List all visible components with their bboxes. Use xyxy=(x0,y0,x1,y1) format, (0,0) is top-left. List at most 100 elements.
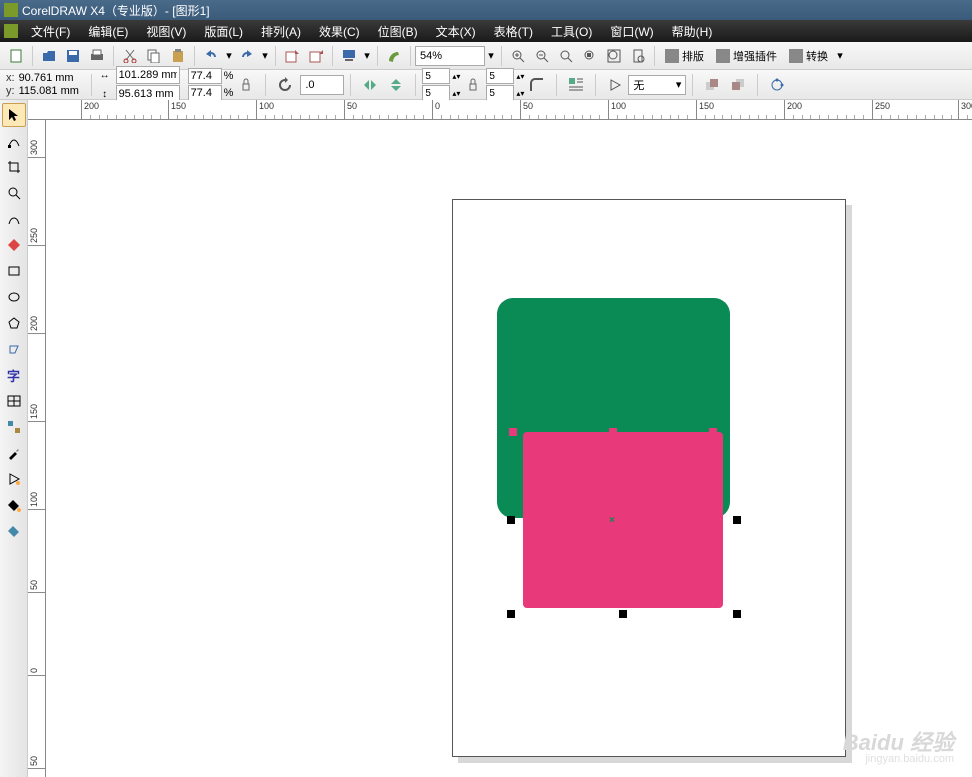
table-tool[interactable] xyxy=(2,389,26,413)
text-tool[interactable]: 字 xyxy=(2,363,26,387)
watermark: Baidu 经验 jingyan.baidu.com xyxy=(843,732,954,765)
redo-button[interactable] xyxy=(236,45,258,67)
enhance-plugin-button[interactable]: 增强插件 xyxy=(716,48,777,64)
corner-br-input[interactable] xyxy=(486,85,514,101)
menu-file[interactable]: 文件(F) xyxy=(22,23,79,40)
handle-mr[interactable] xyxy=(733,516,741,524)
width-input[interactable] xyxy=(116,66,180,84)
outline-tool[interactable] xyxy=(2,467,26,491)
copy-button[interactable] xyxy=(143,45,165,67)
lock-ratio-button[interactable] xyxy=(235,74,257,96)
property-bar: x:90.761 mm y:115.081 mm ↔ ↕ % % ▴▾ ▴▾ ▴… xyxy=(0,70,972,100)
corner-tl-input[interactable] xyxy=(422,68,450,84)
to-back-button[interactable] xyxy=(727,74,749,96)
menu-tools[interactable]: 工具(O) xyxy=(542,23,601,40)
app-launcher-button[interactable] xyxy=(338,45,360,67)
convert-dropdown[interactable]: ▾ xyxy=(835,45,845,67)
doc-icon xyxy=(4,24,18,38)
mirror-v-button[interactable] xyxy=(385,74,407,96)
scale-x-input[interactable] xyxy=(188,68,222,84)
ellipse-tool[interactable] xyxy=(2,285,26,309)
undo-dropdown[interactable]: ▾ xyxy=(224,45,234,67)
height-icon: ↕ xyxy=(98,88,112,100)
plugin-icon xyxy=(716,49,730,63)
mirror-h-button[interactable] xyxy=(359,74,381,96)
corner-tr-input[interactable] xyxy=(486,68,514,84)
menu-layout[interactable]: 版面(L) xyxy=(195,23,252,40)
zoom-tool[interactable] xyxy=(2,181,26,205)
menu-arrange[interactable]: 排列(A) xyxy=(252,23,310,40)
convert-icon xyxy=(789,49,803,63)
menu-window[interactable]: 窗口(W) xyxy=(601,23,662,40)
zoom-input[interactable] xyxy=(415,46,485,66)
rectangle-tool[interactable] xyxy=(2,259,26,283)
freehand-tool[interactable] xyxy=(2,207,26,231)
shape-tool[interactable] xyxy=(2,129,26,153)
zoom-dropdown[interactable]: ▾ xyxy=(486,45,496,67)
smart-fill-tool[interactable] xyxy=(2,233,26,257)
paste-button[interactable] xyxy=(167,45,189,67)
handle-ml[interactable] xyxy=(507,516,515,524)
zoom-out-button[interactable] xyxy=(531,45,553,67)
pink-rectangle[interactable] xyxy=(523,432,723,608)
redo-dropdown[interactable]: ▾ xyxy=(260,45,270,67)
menu-view[interactable]: 视图(V) xyxy=(137,23,195,40)
zoom-page-button[interactable] xyxy=(627,45,649,67)
handle-inner-tm[interactable] xyxy=(609,428,617,436)
menu-bitmaps[interactable]: 位图(B) xyxy=(369,23,427,40)
new-button[interactable] xyxy=(5,45,27,67)
open-button[interactable] xyxy=(38,45,60,67)
eyedropper-tool[interactable] xyxy=(2,441,26,465)
corner-bl-input[interactable] xyxy=(422,85,450,101)
menu-help[interactable]: 帮助(H) xyxy=(663,23,722,40)
app-launcher-dropdown[interactable]: ▾ xyxy=(362,45,372,67)
corner-type-button[interactable] xyxy=(526,74,548,96)
wrap-text-button[interactable] xyxy=(565,74,587,96)
zoom-all-button[interactable] xyxy=(603,45,625,67)
app-icon xyxy=(4,3,18,17)
menu-effects[interactable]: 效果(C) xyxy=(310,23,369,40)
handle-inner-tl[interactable] xyxy=(509,428,517,436)
cut-button[interactable] xyxy=(119,45,141,67)
corner-lock-button[interactable] xyxy=(462,74,484,96)
convert-button[interactable]: 转换 xyxy=(789,48,828,64)
menu-bar: 文件(F) 编辑(E) 视图(V) 版面(L) 排列(A) 效果(C) 位图(B… xyxy=(0,20,972,42)
typeset-icon xyxy=(665,49,679,63)
outline-width-combo[interactable]: 无▾ xyxy=(628,75,686,95)
handle-br[interactable] xyxy=(733,610,741,618)
convert-curves-button[interactable] xyxy=(766,74,788,96)
typeset-button[interactable]: 排版 xyxy=(665,48,704,64)
x-value: 90.761 mm xyxy=(19,72,85,84)
export-button[interactable] xyxy=(305,45,327,67)
y-label: y: xyxy=(6,85,15,97)
import-button[interactable] xyxy=(281,45,303,67)
interactive-tool[interactable] xyxy=(2,415,26,439)
menu-edit[interactable]: 编辑(E) xyxy=(79,23,137,40)
handle-inner-tr[interactable] xyxy=(709,428,717,436)
rotation-icon xyxy=(274,74,296,96)
polygon-tool[interactable] xyxy=(2,311,26,335)
basic-shapes-tool[interactable] xyxy=(2,337,26,361)
zoom-100-button[interactable] xyxy=(555,45,577,67)
menu-table[interactable]: 表格(T) xyxy=(485,23,542,40)
scale-y-input[interactable] xyxy=(188,85,222,101)
fill-tool[interactable] xyxy=(2,493,26,517)
welcome-button[interactable] xyxy=(383,45,405,67)
ruler-horizontal[interactable]: 20015010050050100150200250300 xyxy=(28,100,972,120)
pick-tool[interactable] xyxy=(2,103,26,127)
handle-bl[interactable] xyxy=(507,610,515,618)
handle-bm[interactable] xyxy=(619,610,627,618)
x-label: x: xyxy=(6,72,15,84)
interactive-fill-tool[interactable] xyxy=(2,519,26,543)
ruler-vertical[interactable]: 30025020015010050050 xyxy=(28,120,46,777)
rotation-input[interactable] xyxy=(300,75,344,95)
menu-text[interactable]: 文本(X) xyxy=(427,23,485,40)
zoom-in-button[interactable] xyxy=(507,45,529,67)
crop-tool[interactable] xyxy=(2,155,26,179)
print-button[interactable] xyxy=(86,45,108,67)
save-button[interactable] xyxy=(62,45,84,67)
canvas[interactable]: × Baidu 经验 jingyan.baidu.com xyxy=(46,120,972,777)
undo-button[interactable] xyxy=(200,45,222,67)
to-front-button[interactable] xyxy=(701,74,723,96)
zoom-selection-button[interactable] xyxy=(579,45,601,67)
